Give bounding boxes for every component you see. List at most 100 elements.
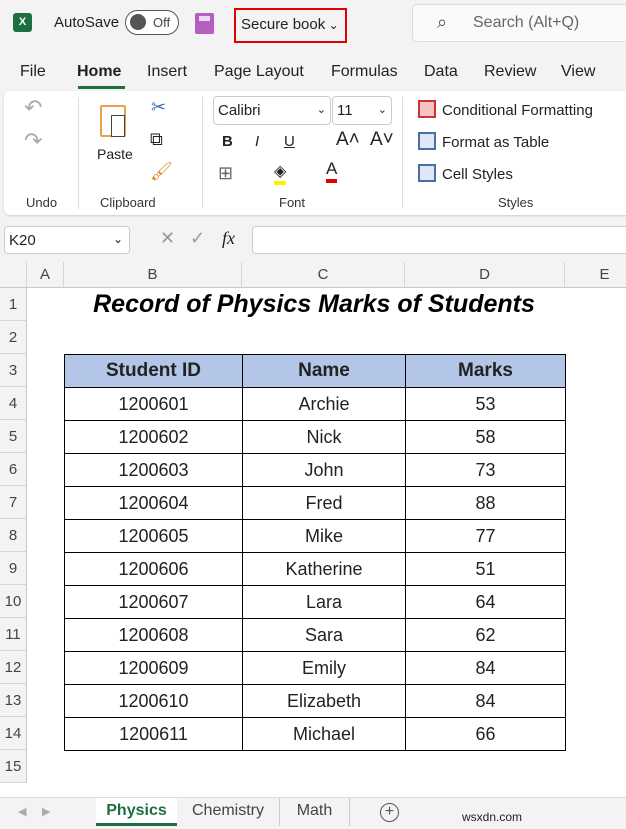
decrease-font-icon[interactable]: A˅ bbox=[370, 129, 394, 151]
row-header[interactable]: 5 bbox=[0, 420, 27, 453]
spreadsheet-grid[interactable]: A B C D E 1 2 3 4 5 6 7 8 9 10 11 12 13 14 15 Record o… bbox=[0, 262, 626, 797]
sheet-tab-physics[interactable]: Physics bbox=[96, 798, 177, 826]
column-header[interactable]: E bbox=[565, 262, 626, 288]
marks-cell[interactable]: 73 bbox=[405, 453, 566, 487]
filename-button[interactable]: Secure book ⌄ bbox=[234, 8, 347, 43]
paste-icon[interactable] bbox=[100, 105, 126, 137]
name-cell[interactable]: Archie bbox=[242, 387, 406, 421]
copy-icon[interactable]: ⧉ bbox=[150, 129, 163, 150]
font-size-select[interactable]: 11 ⌄ bbox=[332, 96, 392, 125]
row-header[interactable]: 2 bbox=[0, 321, 27, 354]
table-row: 1200608 Sara 62 bbox=[64, 618, 566, 652]
select-all[interactable] bbox=[0, 262, 27, 288]
name-cell[interactable]: John bbox=[242, 453, 406, 487]
font-color-icon[interactable]: A bbox=[326, 159, 338, 183]
row-header[interactable]: 11 bbox=[0, 618, 27, 651]
student-id-cell[interactable]: 1200603 bbox=[64, 453, 243, 487]
bold-button[interactable]: B bbox=[222, 133, 233, 150]
name-cell[interactable]: Emily bbox=[242, 651, 406, 685]
student-id-cell[interactable]: 1200606 bbox=[64, 552, 243, 586]
paste-button[interactable]: Paste bbox=[97, 146, 133, 162]
menu-bar: File Home Insert Page Layout Formulas Da… bbox=[0, 63, 626, 89]
italic-button[interactable]: I bbox=[255, 133, 259, 150]
tab-home[interactable]: Home bbox=[77, 63, 121, 81]
row-header[interactable]: 3 bbox=[0, 354, 27, 387]
header-student-id: Student ID bbox=[64, 354, 243, 388]
name-cell[interactable]: Michael bbox=[242, 717, 406, 751]
row-header[interactable]: 13 bbox=[0, 684, 27, 717]
row-header[interactable]: 7 bbox=[0, 486, 27, 519]
conditional-formatting-button[interactable]: Conditional Formatting bbox=[442, 102, 593, 119]
marks-cell[interactable]: 84 bbox=[405, 684, 566, 718]
student-id-cell[interactable]: 1200607 bbox=[64, 585, 243, 619]
format-painter-icon[interactable]: 🖌 bbox=[150, 161, 173, 182]
cell-styles-button[interactable]: Cell Styles bbox=[442, 166, 513, 183]
scroll-left-icon[interactable]: ◀ bbox=[18, 805, 26, 818]
tab-view[interactable]: View bbox=[561, 63, 595, 81]
row-header[interactable]: 6 bbox=[0, 453, 27, 486]
row-header[interactable]: 9 bbox=[0, 552, 27, 585]
column-header[interactable]: B bbox=[64, 262, 242, 288]
row-header[interactable]: 12 bbox=[0, 651, 27, 684]
tab-review[interactable]: Review bbox=[484, 63, 536, 81]
marks-cell[interactable]: 88 bbox=[405, 486, 566, 520]
formula-input[interactable] bbox=[252, 226, 626, 254]
student-id-cell[interactable]: 1200605 bbox=[64, 519, 243, 553]
undo-icon[interactable]: ↶ bbox=[24, 95, 42, 121]
row-header[interactable]: 10 bbox=[0, 585, 27, 618]
column-header[interactable]: C bbox=[242, 262, 405, 288]
marks-cell[interactable]: 62 bbox=[405, 618, 566, 652]
add-sheet-icon[interactable]: + bbox=[380, 803, 399, 822]
borders-icon[interactable]: ⊞ bbox=[218, 163, 233, 184]
name-box[interactable]: K20 ⌄ bbox=[4, 226, 130, 254]
cut-icon[interactable]: ✂ bbox=[151, 97, 166, 118]
name-cell[interactable]: Nick bbox=[242, 420, 406, 454]
name-cell[interactable]: Mike bbox=[242, 519, 406, 553]
student-id-cell[interactable]: 1200610 bbox=[64, 684, 243, 718]
name-cell[interactable]: Lara bbox=[242, 585, 406, 619]
student-id-cell[interactable]: 1200604 bbox=[64, 486, 243, 520]
autosave-toggle[interactable]: Off bbox=[125, 10, 179, 35]
search-box[interactable]: ⌕ Search (Alt+Q) bbox=[412, 4, 626, 42]
name-cell[interactable]: Sara bbox=[242, 618, 406, 652]
name-cell[interactable]: Fred bbox=[242, 486, 406, 520]
sheet-tab-chemistry[interactable]: Chemistry bbox=[177, 798, 280, 826]
redo-icon[interactable]: ↷ bbox=[24, 128, 42, 154]
save-icon[interactable] bbox=[195, 13, 214, 34]
tab-data[interactable]: Data bbox=[424, 63, 458, 81]
scroll-right-icon[interactable]: ▶ bbox=[42, 805, 50, 818]
student-id-cell[interactable]: 1200608 bbox=[64, 618, 243, 652]
student-id-cell[interactable]: 1200602 bbox=[64, 420, 243, 454]
tab-page-layout[interactable]: Page Layout bbox=[214, 63, 304, 81]
marks-cell[interactable]: 58 bbox=[405, 420, 566, 454]
font-name-select[interactable]: Calibri ⌄ bbox=[213, 96, 331, 125]
increase-font-icon[interactable]: A˄ bbox=[336, 129, 360, 151]
sheet-tab-math[interactable]: Math bbox=[280, 798, 350, 826]
marks-cell[interactable]: 51 bbox=[405, 552, 566, 586]
marks-cell[interactable]: 84 bbox=[405, 651, 566, 685]
insert-function-button[interactable]: fx bbox=[222, 228, 235, 249]
format-as-table-button[interactable]: Format as Table bbox=[442, 134, 549, 151]
row-header[interactable]: 14 bbox=[0, 717, 27, 750]
name-cell[interactable]: Elizabeth bbox=[242, 684, 406, 718]
name-cell[interactable]: Katherine bbox=[242, 552, 406, 586]
marks-cell[interactable]: 77 bbox=[405, 519, 566, 553]
tab-insert[interactable]: Insert bbox=[147, 63, 187, 81]
marks-cell[interactable]: 64 bbox=[405, 585, 566, 619]
row-header[interactable]: 1 bbox=[0, 288, 27, 321]
student-id-cell[interactable]: 1200611 bbox=[64, 717, 243, 751]
tab-file[interactable]: File bbox=[20, 63, 46, 81]
row-header[interactable]: 8 bbox=[0, 519, 27, 552]
underline-button[interactable]: U bbox=[284, 133, 295, 150]
row-header[interactable]: 4 bbox=[0, 387, 27, 420]
marks-cell[interactable]: 66 bbox=[405, 717, 566, 751]
marks-cell[interactable]: 53 bbox=[405, 387, 566, 421]
column-header[interactable]: D bbox=[405, 262, 565, 288]
student-id-cell[interactable]: 1200601 bbox=[64, 387, 243, 421]
fill-color-icon[interactable]: ◈ bbox=[274, 161, 287, 185]
table-row: 1200601 Archie 53 bbox=[64, 387, 566, 421]
student-id-cell[interactable]: 1200609 bbox=[64, 651, 243, 685]
tab-formulas[interactable]: Formulas bbox=[331, 63, 398, 81]
column-header[interactable]: A bbox=[27, 262, 64, 288]
row-header[interactable]: 15 bbox=[0, 750, 27, 783]
